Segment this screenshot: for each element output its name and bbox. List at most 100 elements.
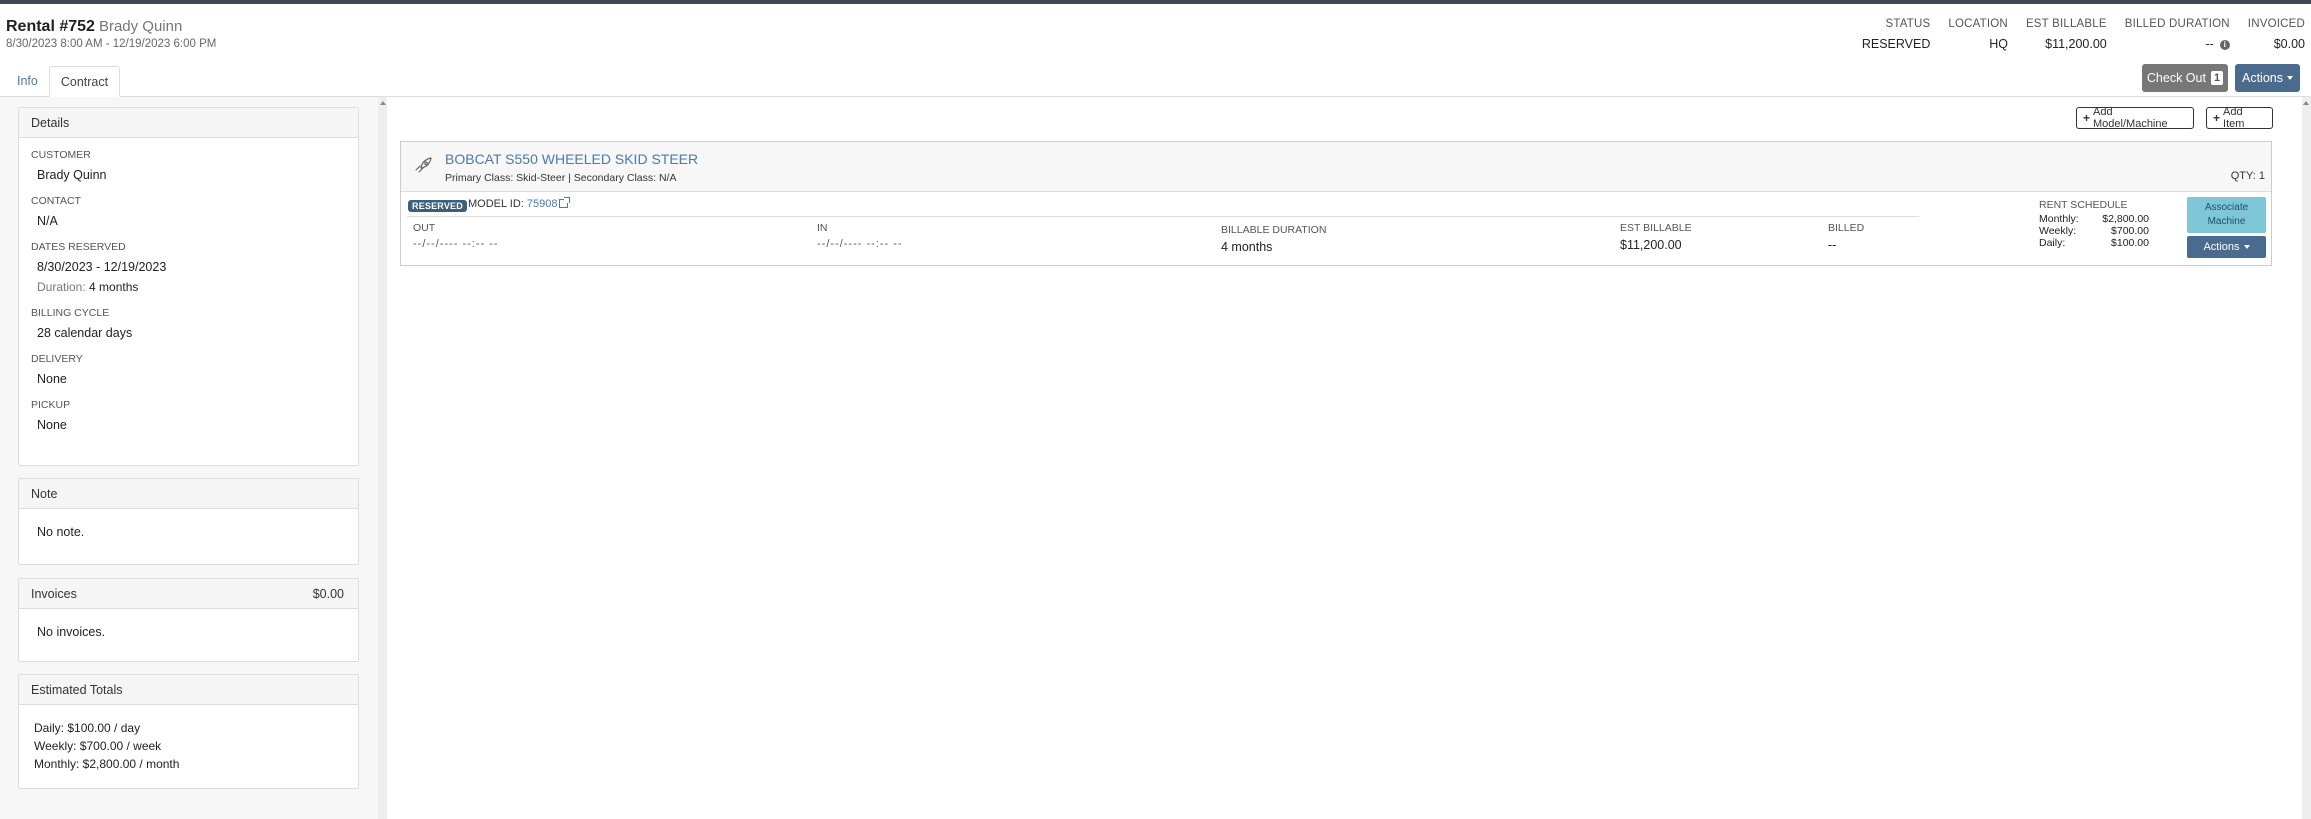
scroll-up-arrow-icon[interactable]	[2303, 101, 2309, 105]
invoices-amount: $0.00	[312, 587, 344, 601]
panel-title: Invoices	[31, 587, 77, 601]
tab-contract[interactable]: Contract	[48, 66, 121, 97]
stat-est-billable: EST BILLABLE $11,200.00	[2008, 18, 2107, 51]
billing-cycle-label: BILLING CYCLE	[31, 307, 110, 319]
duration-label: Duration:	[37, 280, 86, 294]
note-text: No note.	[37, 525, 85, 539]
delivery-label: DELIVERY	[31, 353, 83, 365]
tab-info[interactable]: Info	[6, 66, 49, 97]
check-out-count-badge: 1	[2210, 71, 2224, 85]
billable-duration-value: 4 months	[1221, 240, 1273, 254]
external-link-icon[interactable]	[559, 197, 571, 208]
billed-column: BILLED --	[1828, 222, 1864, 252]
stat-value: RESERVED	[1861, 37, 1931, 51]
estimated-daily: Daily: $100.00 / day	[34, 721, 141, 735]
model-id-link[interactable]: 75908	[527, 198, 558, 210]
add-model-machine-button[interactable]: + Add Model/Machine	[2076, 106, 2194, 130]
scroll-up-arrow-icon[interactable]	[380, 101, 386, 105]
delivery-value: None	[37, 372, 67, 386]
stat-location: LOCATION HQ	[1930, 18, 2008, 51]
billed-value: --	[1828, 238, 1837, 252]
details-panel-header: Details	[19, 108, 358, 138]
stat-label: LOCATION	[1948, 18, 2008, 30]
est-billable-label: EST BILLABLE	[1620, 222, 1692, 234]
top-accent-bar	[0, 0, 2311, 4]
panel-title: Note	[31, 487, 58, 501]
plus-icon: +	[2213, 111, 2221, 125]
dates-reserved-value: 8/30/2023 - 12/19/2023	[37, 260, 167, 274]
stat-value: -- i	[2125, 37, 2230, 51]
item-actions-button[interactable]: Actions	[2187, 236, 2266, 258]
check-out-button[interactable]: Check Out 1	[2142, 64, 2228, 92]
duration-row: Duration: 4 months	[37, 280, 358, 294]
item-row-divider	[407, 216, 1919, 217]
stat-value: $0.00	[2273, 37, 2305, 51]
actions-dropdown-button[interactable]: Actions	[2235, 64, 2300, 92]
estimated-totals-header: Estimated Totals	[19, 675, 358, 705]
rent-schedule-row: Monthly: $2,800.00	[2039, 213, 2149, 225]
stat-billed-duration: BILLED DURATION -- i	[2107, 18, 2230, 51]
in-label: IN	[817, 222, 828, 234]
panel-title: Estimated Totals	[31, 683, 123, 697]
tab-bar: Info Contract	[6, 66, 121, 97]
invoices-panel: Invoices $0.00 No invoices.	[18, 578, 359, 662]
associate-label-line1: Associate	[2204, 202, 2249, 213]
add-item-button[interactable]: + Add Item	[2206, 106, 2273, 130]
stat-status: STATUS RESERVED	[1844, 18, 1931, 51]
stat-invoiced: INVOICED $0.00	[2230, 18, 2305, 51]
rental-number: Rental #752	[6, 18, 95, 35]
page-title: Rental #752 Brady Quinn	[6, 18, 182, 36]
pickup-value: None	[37, 418, 67, 432]
rent-period: Daily:	[2039, 237, 2066, 249]
est-billable-value: $11,200.00	[1620, 238, 1682, 252]
invoices-panel-header: Invoices $0.00	[19, 579, 358, 609]
associate-machine-button[interactable]: Associate Machine	[2187, 197, 2266, 233]
rent-schedule-row: Weekly: $700.00	[2039, 225, 2149, 237]
info-icon[interactable]: i	[2219, 39, 2230, 50]
actions-label: Actions	[2242, 71, 2283, 85]
details-panel: Details CUSTOMER Brady Quinn CONTACT N/A…	[18, 107, 359, 466]
customer-name: Brady Quinn	[98, 18, 183, 35]
rent-schedule-label: RENT SCHEDULE	[2039, 199, 2128, 211]
billed-label: BILLED	[1828, 222, 1865, 234]
reserved-status-badge: RESERVED	[408, 200, 467, 212]
item-title-link[interactable]: BOBCAT S550 WHEELED SKID STEER	[445, 151, 698, 167]
associate-label-line2: Machine	[2207, 216, 2246, 227]
rent-schedule-row: Daily: $100.00	[2039, 237, 2149, 249]
stat-label: EST BILLABLE	[2025, 18, 2107, 30]
estimated-monthly: Monthly: $2,800.00 / month	[34, 757, 180, 771]
out-value: --/--/---- --:-- --	[413, 238, 499, 250]
billable-duration-label: BILLABLE DURATION	[1221, 224, 1327, 236]
item-actions-label: Actions	[2203, 241, 2240, 253]
rental-date-range: 8/30/2023 8:00 AM - 12/19/2023 6:00 PM	[6, 38, 217, 50]
estimated-totals-panel: Estimated Totals Daily: $100.00 / day We…	[18, 674, 359, 789]
rent-period: Weekly:	[2039, 225, 2077, 237]
right-scrollbar[interactable]	[2302, 97, 2311, 819]
caret-down-icon	[2287, 76, 2293, 80]
note-panel: Note No note.	[18, 478, 359, 565]
stat-label: BILLED DURATION	[2124, 18, 2230, 30]
stat-value: $11,200.00	[2045, 37, 2107, 51]
billed-duration-value: --	[2205, 37, 2214, 51]
note-panel-header: Note	[19, 479, 358, 509]
stat-value: HQ	[1989, 37, 2008, 51]
rent-period: Monthly:	[2039, 213, 2079, 225]
panel-title: Details	[31, 116, 70, 130]
in-column: IN --/--/---- --:-- --	[817, 222, 903, 250]
pickup-label: PICKUP	[31, 399, 71, 411]
stat-label: STATUS	[1885, 18, 1931, 30]
estimated-weekly: Weekly: $700.00 / week	[34, 739, 162, 753]
model-id: MODEL ID: 75908	[468, 197, 571, 210]
check-out-label: Check Out	[2146, 71, 2206, 85]
rent-schedule: RENT SCHEDULE Monthly: $2,800.00 Weekly: $…	[2039, 199, 2149, 249]
plus-icon: +	[2083, 111, 2091, 125]
left-scrollbar[interactable]	[378, 97, 387, 819]
contact-value: N/A	[37, 214, 58, 228]
rent-amount: $2,800.00	[2102, 213, 2149, 225]
add-item-label: Add Item	[2223, 106, 2245, 130]
est-billable-column: EST BILLABLE $11,200.00	[1620, 222, 1692, 252]
in-value: --/--/---- --:-- --	[817, 238, 903, 250]
stat-label: INVOICED	[2247, 18, 2305, 30]
contact-label: CONTACT	[31, 195, 81, 207]
item-classes: Primary Class: Skid-Steer | Secondary Cl…	[445, 172, 677, 184]
